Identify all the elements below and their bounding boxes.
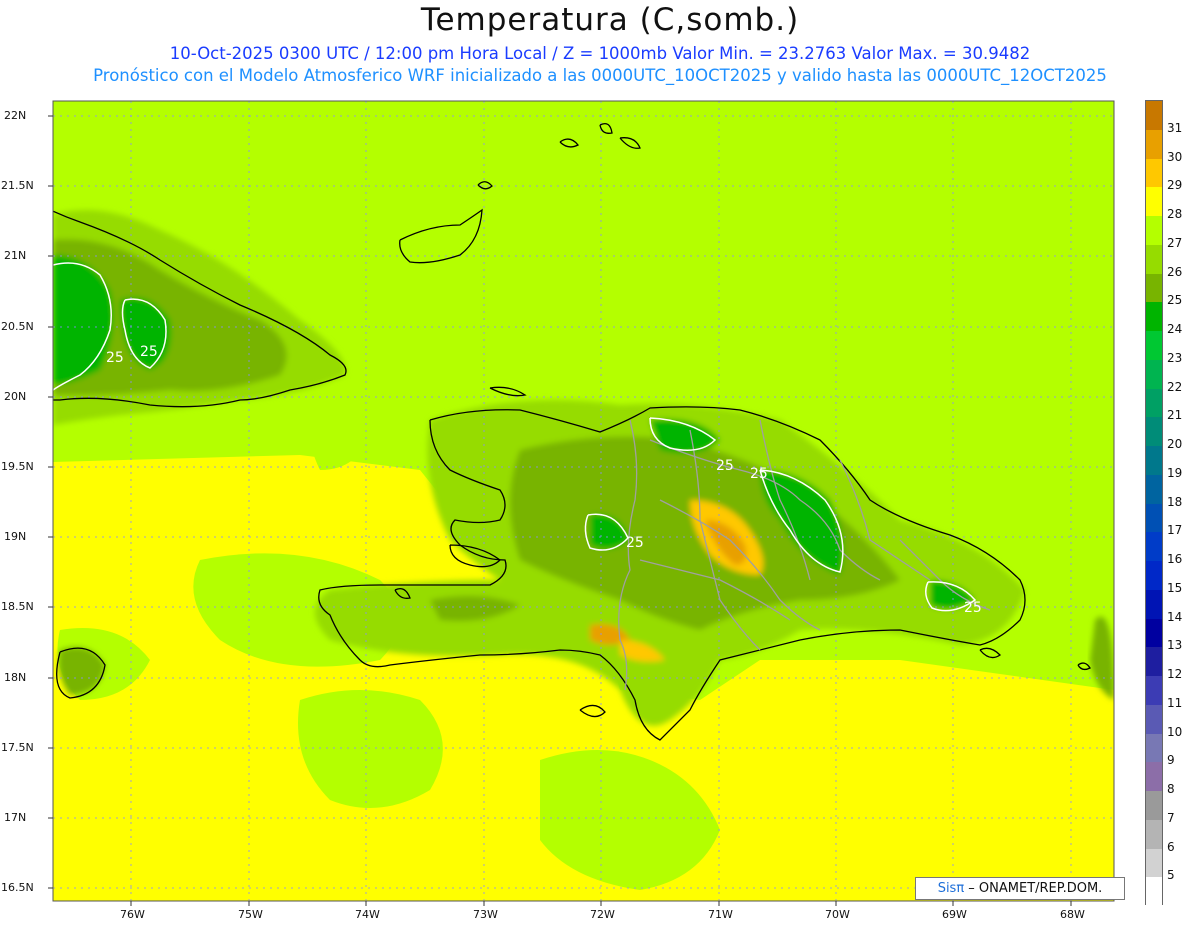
colorbar-label: 21 xyxy=(1167,408,1183,423)
colorbar-label: 23 xyxy=(1167,350,1183,365)
colorbar-label: 14 xyxy=(1167,609,1183,624)
colorbar-swatch xyxy=(1146,532,1162,562)
lon-label: 73W xyxy=(473,908,498,921)
lat-label: 19N xyxy=(4,530,27,543)
credit-badge: Sisπ – ONAMET/REP.DOM. xyxy=(915,877,1125,900)
lat-label: 17N xyxy=(4,811,27,824)
contour-label: 25 xyxy=(964,600,982,616)
contour-label: 25 xyxy=(106,350,124,366)
colorbar-label: 22 xyxy=(1167,379,1183,394)
colorbar-swatch xyxy=(1146,244,1162,274)
lat-label: 18.5N xyxy=(1,600,34,613)
lat-label: 20N xyxy=(4,390,27,403)
contour-label: 25 xyxy=(626,535,644,551)
colorbar-label: 31 xyxy=(1167,120,1183,135)
colorbar-label: 9 xyxy=(1167,753,1175,768)
colorbar-swatch xyxy=(1146,848,1162,878)
lon-label: 74W xyxy=(355,908,380,921)
lat-label: 21N xyxy=(4,249,27,262)
colorbar-swatch xyxy=(1146,359,1162,389)
colorbar-label: 20 xyxy=(1167,437,1183,451)
lon-label: 75W xyxy=(238,908,263,921)
field-layer xyxy=(53,101,1114,901)
colorbar-swatch xyxy=(1146,302,1162,332)
colorbar-label: 6 xyxy=(1167,839,1175,854)
colorbar-label: 25 xyxy=(1167,293,1183,308)
colorbar-swatch xyxy=(1146,589,1162,619)
lat-label: 22N xyxy=(4,109,27,122)
colorbar-label: 10 xyxy=(1167,724,1183,739)
colorbar-swatch xyxy=(1146,388,1162,418)
colorbar-label: 28 xyxy=(1167,207,1183,221)
contour-label: 25 xyxy=(750,466,768,482)
colorbar-swatch xyxy=(1146,791,1162,821)
colorbar-swatch xyxy=(1146,647,1162,677)
colorbar-swatch xyxy=(1146,417,1162,447)
temperature-map: 25 25 25 25 25 25 xyxy=(48,100,1115,906)
colorbar-label: 5 xyxy=(1167,868,1175,883)
colorbar-label: 24 xyxy=(1167,322,1183,336)
colorbar-label: 26 xyxy=(1167,264,1183,279)
lat-label: 16.5N xyxy=(1,881,34,894)
colorbar-label: 11 xyxy=(1167,695,1183,710)
colorbar-label: 19 xyxy=(1167,465,1183,480)
colorbar-label: 18 xyxy=(1167,494,1183,509)
lat-label: 17.5N xyxy=(1,741,34,754)
lon-label: 70W xyxy=(825,908,850,921)
colorbar-label: 13 xyxy=(1167,638,1183,653)
colorbar-label: 17 xyxy=(1167,523,1183,538)
colorbar-swatch xyxy=(1146,877,1162,907)
colorbar-label: 8 xyxy=(1167,782,1175,796)
lon-label: 72W xyxy=(590,908,615,921)
sispi-logo-text: Sisπ xyxy=(937,881,965,896)
lon-label: 76W xyxy=(120,908,145,921)
colorbar-swatch xyxy=(1146,331,1162,361)
colorbar-swatch xyxy=(1146,676,1162,706)
contour-label: 25 xyxy=(140,344,158,360)
lat-label: 20.5N xyxy=(1,320,34,333)
colorbar-swatch xyxy=(1146,474,1162,504)
colorbar-label: 15 xyxy=(1167,580,1183,595)
colorbar-label: 30 xyxy=(1167,149,1183,164)
colorbar xyxy=(1145,100,1163,907)
lat-label: 18N xyxy=(4,671,27,684)
colorbar-swatch xyxy=(1146,216,1162,246)
colorbar-label: 12 xyxy=(1167,667,1183,681)
colorbar-label: 27 xyxy=(1167,235,1183,250)
colorbar-swatch xyxy=(1146,618,1162,648)
colorbar-swatch xyxy=(1146,503,1162,533)
lat-label: 21.5N xyxy=(1,179,34,192)
colorbar-swatch xyxy=(1146,187,1162,217)
contour-label: 25 xyxy=(716,458,734,474)
colorbar-swatch xyxy=(1146,733,1162,763)
lon-label: 71W xyxy=(708,908,733,921)
lon-label: 69W xyxy=(942,908,967,921)
lon-label: 68W xyxy=(1060,908,1085,921)
colorbar-swatch xyxy=(1146,158,1162,188)
colorbar-swatch xyxy=(1146,819,1162,849)
colorbar-swatch xyxy=(1146,129,1162,159)
colorbar-label: 7 xyxy=(1167,810,1175,825)
lat-label: 19.5N xyxy=(1,460,34,473)
colorbar-swatch xyxy=(1146,704,1162,734)
colorbar-swatch xyxy=(1146,101,1162,131)
colorbar-swatch xyxy=(1146,446,1162,476)
colorbar-label: 29 xyxy=(1167,178,1183,193)
colorbar-swatch xyxy=(1146,561,1162,591)
colorbar-swatch xyxy=(1146,273,1162,303)
credit-text: – ONAMET/REP.DOM. xyxy=(964,881,1103,896)
colorbar-label: 16 xyxy=(1167,552,1183,566)
colorbar-swatch xyxy=(1146,762,1162,792)
